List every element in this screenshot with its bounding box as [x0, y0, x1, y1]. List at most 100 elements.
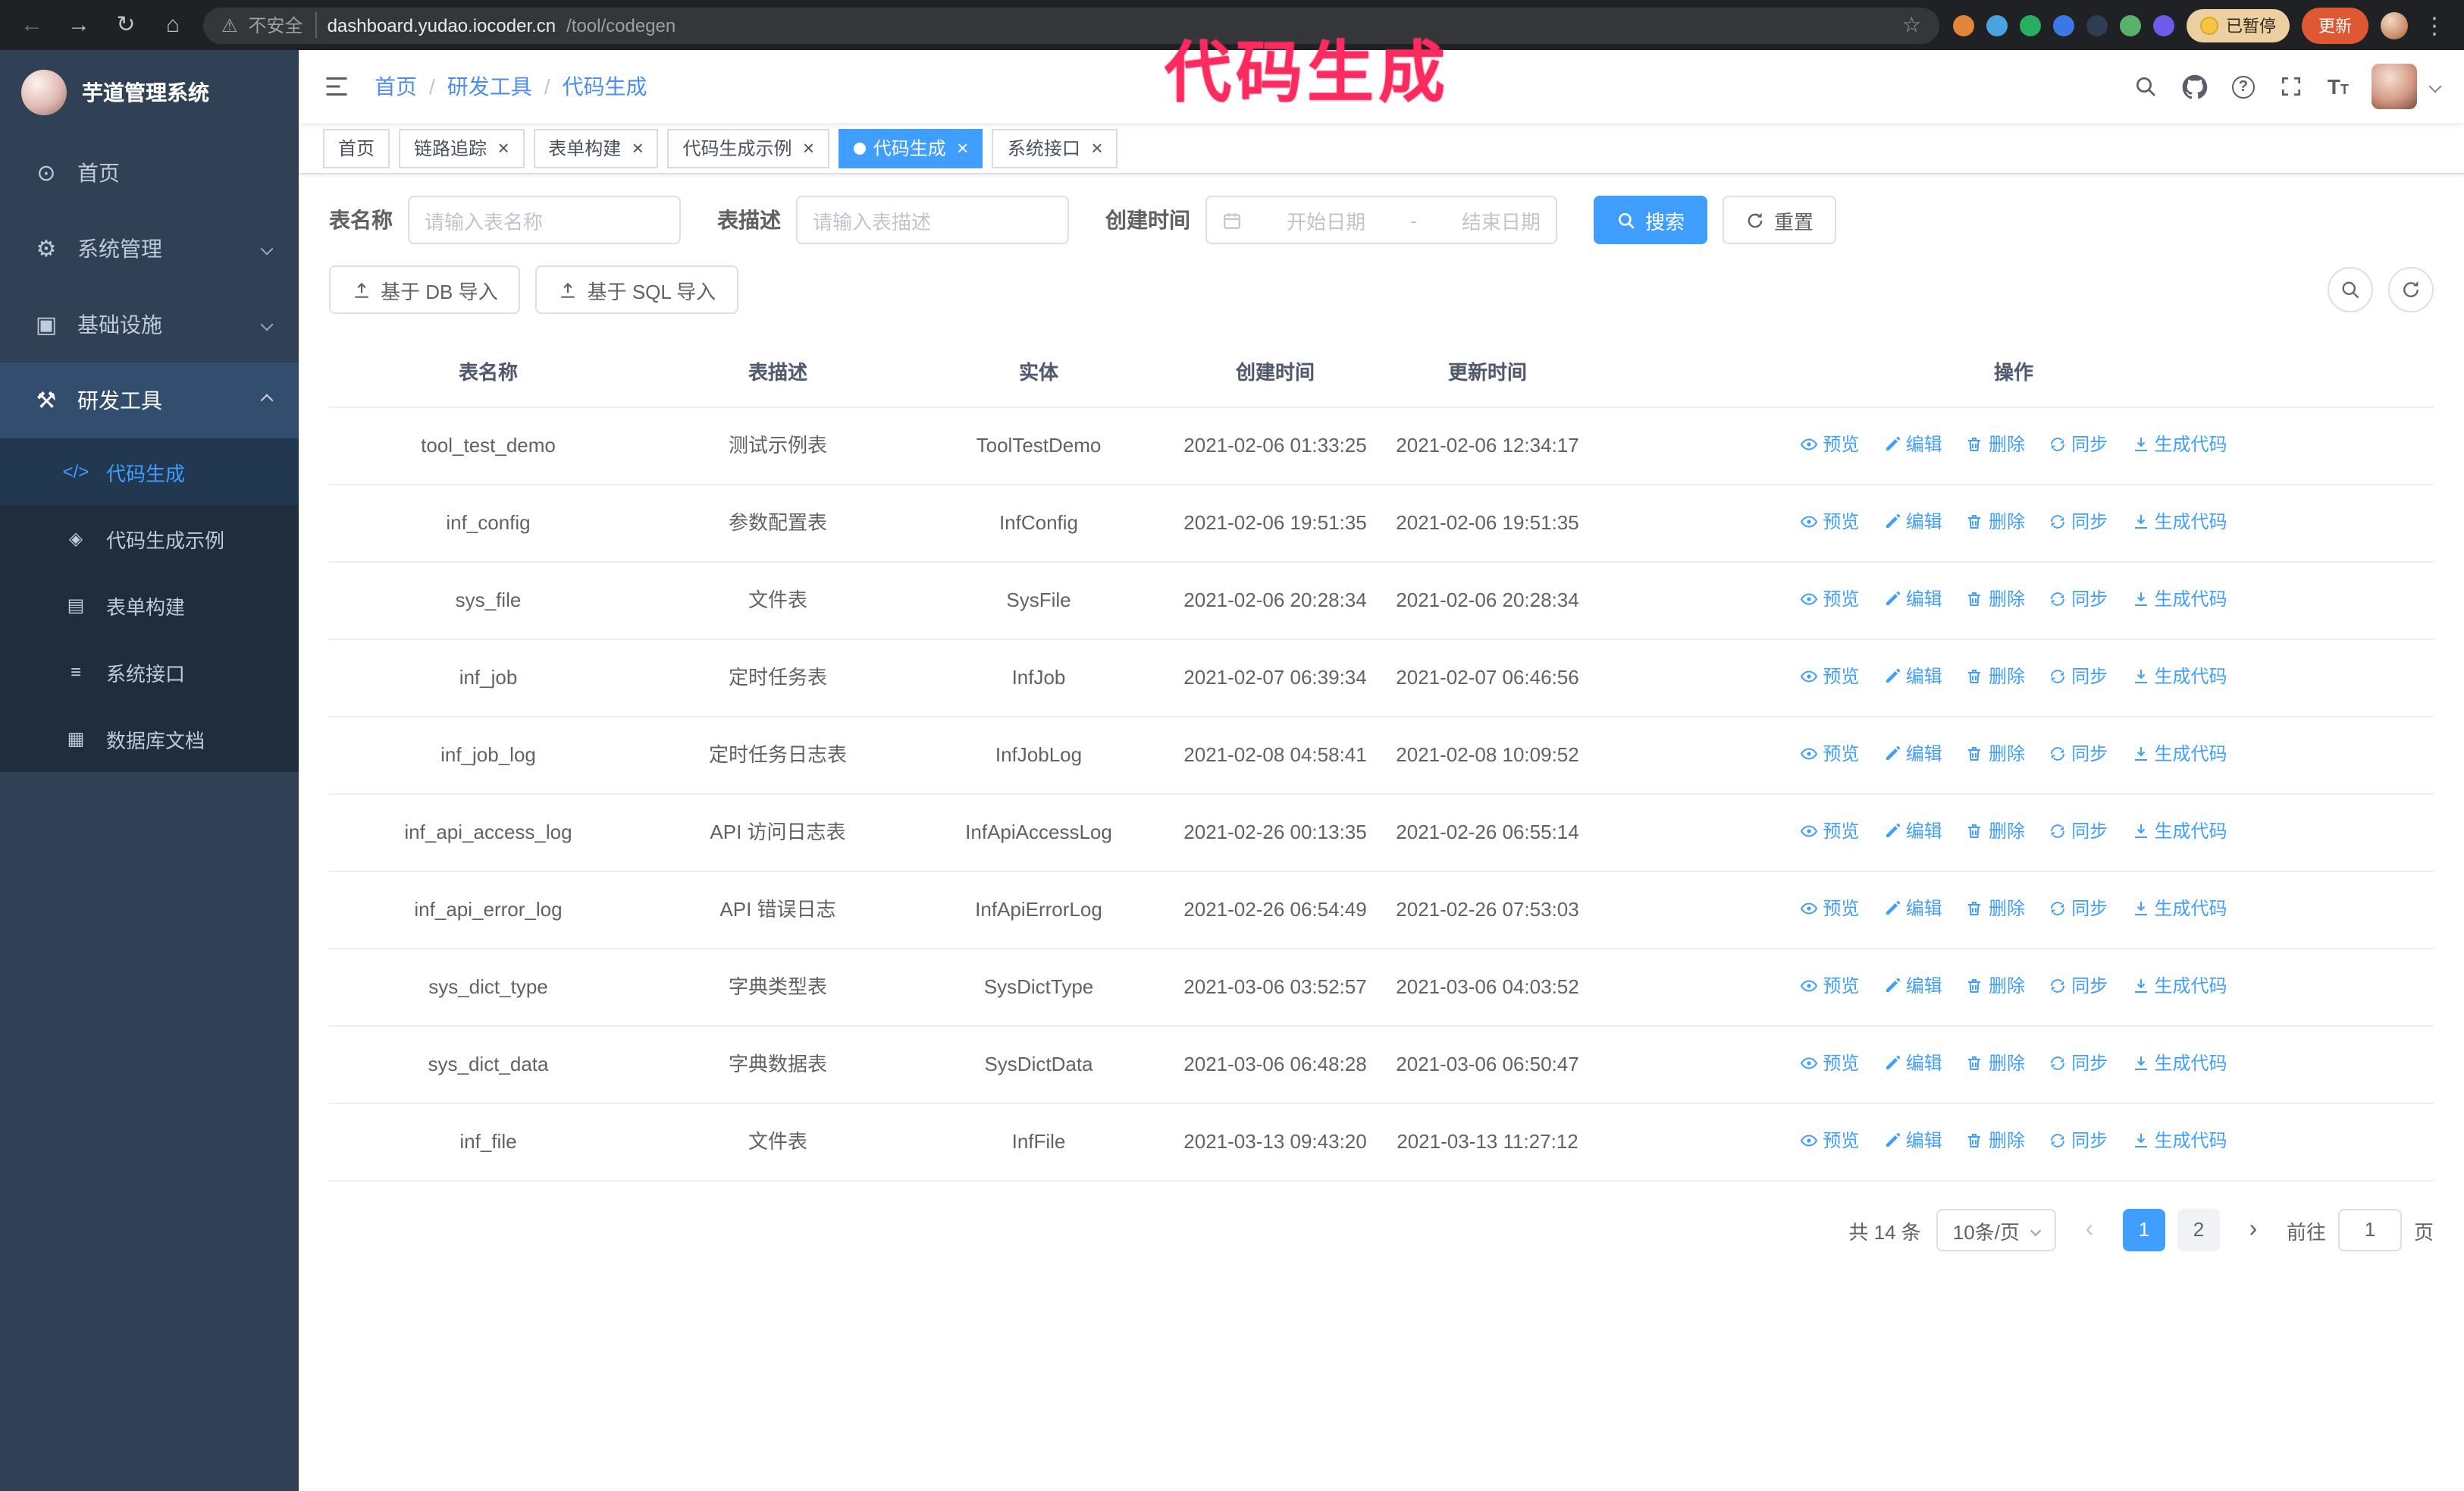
preview-link[interactable]: 预览 — [1800, 972, 1859, 1000]
delete-link[interactable]: 删除 — [1966, 895, 2025, 922]
sync-link[interactable]: 同步 — [2049, 818, 2108, 845]
sync-link[interactable]: 同步 — [2049, 1127, 2108, 1154]
preview-link[interactable]: 预览 — [1800, 508, 1859, 535]
address-bar[interactable]: ⚠ 不安全 dashboard.yudao.iocoder.cn /tool/c… — [203, 7, 1939, 43]
delete-link[interactable]: 删除 — [1966, 508, 2025, 535]
tab-close-icon[interactable]: × — [1091, 138, 1102, 158]
preview-link[interactable]: 预览 — [1800, 740, 1859, 767]
edit-link[interactable]: 编辑 — [1883, 508, 1942, 535]
generate-code-link[interactable]: 生成代码 — [2132, 585, 2227, 613]
sync-link[interactable]: 同步 — [2049, 431, 2108, 458]
edit-link[interactable]: 编辑 — [1883, 972, 1942, 1000]
home-icon[interactable]: ⌂ — [156, 8, 190, 42]
sidebar-item-infra[interactable]: ▣ 基础设施 — [0, 287, 299, 363]
generate-code-link[interactable]: 生成代码 — [2132, 508, 2227, 535]
tab-close-icon[interactable]: × — [632, 138, 643, 158]
edit-link[interactable]: 编辑 — [1883, 431, 1942, 458]
edit-link[interactable]: 编辑 — [1883, 585, 1942, 613]
sidebar-subitem[interactable]: ▤ 表单构建 — [0, 572, 299, 639]
preview-link[interactable]: 预览 — [1800, 1127, 1859, 1154]
sync-link[interactable]: 同步 — [2049, 508, 2108, 535]
extension-icon[interactable] — [1986, 14, 2008, 36]
delete-link[interactable]: 删除 — [1966, 585, 2025, 613]
sync-link[interactable]: 同步 — [2049, 740, 2108, 767]
table-name-input[interactable]: 请输入表名称 — [408, 196, 681, 244]
browser-menu-icon[interactable]: ⋮ — [2420, 11, 2449, 39]
refresh-table-icon[interactable] — [2388, 267, 2434, 312]
edit-link[interactable]: 编辑 — [1883, 663, 1942, 690]
sync-link[interactable]: 同步 — [2049, 895, 2108, 922]
page-size-select[interactable]: 10条/页 — [1936, 1209, 2056, 1251]
github-icon[interactable] — [2182, 73, 2209, 100]
reload-icon[interactable]: ↻ — [109, 8, 143, 42]
extension-icon[interactable] — [2053, 14, 2074, 36]
date-range-picker[interactable]: 开始日期 - 结束日期 — [1205, 196, 1557, 244]
sidebar-item-devtools[interactable]: ⚒ 研发工具 — [0, 363, 299, 438]
generate-code-link[interactable]: 生成代码 — [2132, 740, 2227, 767]
delete-link[interactable]: 删除 — [1966, 740, 2025, 767]
sidebar-item-home[interactable]: ⊙ 首页 — [0, 135, 299, 211]
fullscreen-icon[interactable] — [2277, 73, 2305, 100]
user-avatar[interactable] — [2372, 64, 2417, 109]
sidebar-subitem[interactable]: ▦ 数据库文档 — [0, 705, 299, 772]
tab[interactable]: 首页 × — [323, 128, 390, 168]
generate-code-link[interactable]: 生成代码 — [2132, 663, 2227, 690]
edit-link[interactable]: 编辑 — [1883, 1127, 1942, 1154]
delete-link[interactable]: 删除 — [1966, 1050, 2025, 1077]
edit-link[interactable]: 编辑 — [1883, 818, 1942, 845]
browser-update-button[interactable]: 更新 — [2302, 7, 2368, 43]
delete-link[interactable]: 删除 — [1966, 818, 2025, 845]
preview-link[interactable]: 预览 — [1800, 585, 1859, 613]
delete-link[interactable]: 删除 — [1966, 1127, 2025, 1154]
tab-close-icon[interactable]: × — [957, 138, 968, 158]
sync-link[interactable]: 同步 — [2049, 663, 2108, 690]
edit-link[interactable]: 编辑 — [1883, 740, 1942, 767]
generate-code-link[interactable]: 生成代码 — [2132, 1050, 2227, 1077]
generate-code-link[interactable]: 生成代码 — [2132, 972, 2227, 1000]
toggle-search-icon[interactable] — [2328, 267, 2373, 312]
preview-link[interactable]: 预览 — [1800, 818, 1859, 845]
sidebar-subitem[interactable]: ≡ 系统接口 — [0, 639, 299, 705]
font-size-icon[interactable]: TT — [2328, 74, 2349, 99]
edit-link[interactable]: 编辑 — [1883, 1050, 1942, 1077]
sync-link[interactable]: 同步 — [2049, 585, 2108, 613]
reset-button[interactable]: 重置 — [1723, 196, 1837, 244]
extension-icon[interactable] — [2153, 14, 2174, 36]
sidebar-subitem[interactable]: </> 代码生成 — [0, 438, 299, 505]
next-page-button[interactable]: › — [2235, 1216, 2271, 1244]
preview-link[interactable]: 预览 — [1800, 663, 1859, 690]
delete-link[interactable]: 删除 — [1966, 431, 2025, 458]
tab-close-icon[interactable]: × — [803, 138, 814, 158]
breadcrumb-home[interactable]: 首页 — [375, 71, 417, 102]
app-logo-row[interactable]: 芋道管理系统 — [0, 50, 299, 135]
breadcrumb-devtools[interactable]: 研发工具 — [447, 71, 532, 102]
avatar-caret-icon[interactable] — [2428, 80, 2442, 93]
page-number-button[interactable]: 1 — [2122, 1209, 2165, 1251]
search-icon[interactable] — [2132, 73, 2159, 100]
security-label[interactable]: 不安全 — [249, 12, 317, 38]
tab[interactable]: 链路追踪 × — [399, 128, 525, 168]
generate-code-link[interactable]: 生成代码 — [2132, 818, 2227, 845]
forward-icon[interactable]: → — [62, 8, 96, 42]
page-number-button[interactable]: 2 — [2177, 1209, 2220, 1251]
sidebar-toggle-icon[interactable] — [323, 73, 350, 100]
generate-code-link[interactable]: 生成代码 — [2132, 1127, 2227, 1154]
sync-link[interactable]: 同步 — [2049, 972, 2108, 1000]
import-sql-button[interactable]: 基于 SQL 导入 — [535, 265, 739, 314]
paused-badge[interactable]: 已暂停 — [2187, 8, 2290, 42]
sync-link[interactable]: 同步 — [2049, 1050, 2108, 1077]
generate-code-link[interactable]: 生成代码 — [2132, 895, 2227, 922]
delete-link[interactable]: 删除 — [1966, 663, 2025, 690]
extension-icon[interactable] — [1953, 14, 1974, 36]
tab-close-icon[interactable]: × — [497, 138, 509, 158]
table-desc-input[interactable]: 请输入表描述 — [796, 196, 1069, 244]
tab[interactable]: 代码生成 × — [838, 128, 983, 168]
edit-link[interactable]: 编辑 — [1883, 895, 1942, 922]
back-icon[interactable]: ← — [15, 8, 49, 42]
search-button[interactable]: 搜索 — [1594, 196, 1708, 244]
extension-icon[interactable] — [2020, 14, 2041, 36]
tab[interactable]: 系统接口 × — [992, 128, 1118, 168]
goto-page-input[interactable]: 1 — [2337, 1209, 2402, 1251]
import-db-button[interactable]: 基于 DB 导入 — [329, 265, 521, 314]
prev-page-button[interactable]: ‹ — [2071, 1216, 2108, 1244]
